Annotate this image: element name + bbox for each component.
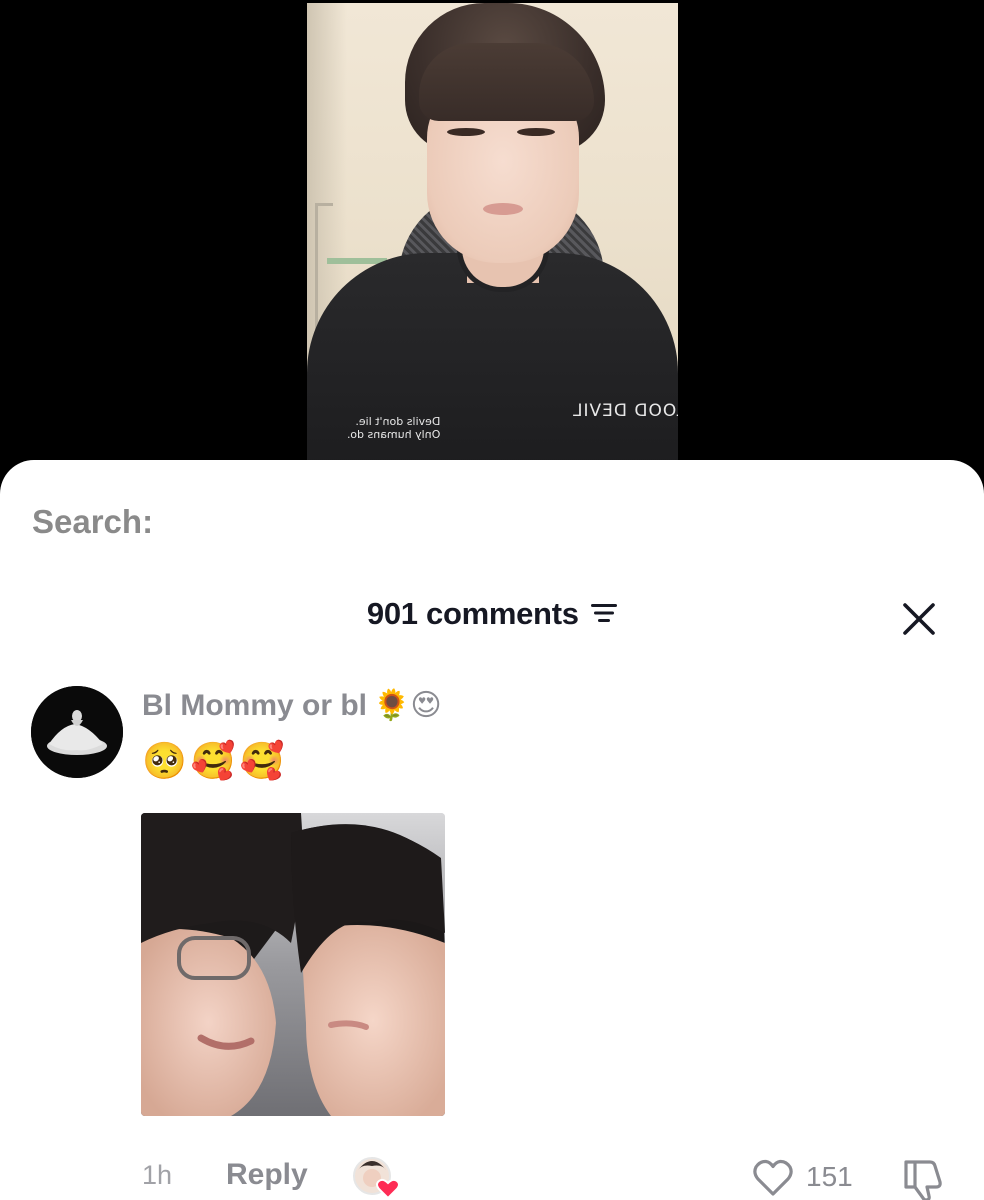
video-person-lips bbox=[483, 203, 523, 215]
thumbs-down-icon bbox=[904, 1160, 942, 1200]
comment-item: Bl Mommy or bl 🌻😍 🥺🥰🥰 1h Reply 151 bbox=[0, 680, 984, 1200]
video-person-bangs bbox=[419, 43, 594, 121]
reply-button[interactable]: Reply bbox=[226, 1158, 308, 1192]
avatar[interactable] bbox=[31, 686, 123, 778]
username-text: Bl Mommy or bl bbox=[142, 689, 368, 722]
heart-outline-icon bbox=[753, 1159, 793, 1196]
close-x-icon bbox=[903, 603, 935, 635]
comment-timestamp: 1h bbox=[142, 1160, 173, 1190]
shirt-print-quote: Devils don't lie. Only humans do. bbox=[347, 415, 441, 441]
close-button[interactable] bbox=[897, 597, 941, 641]
sort-lines-icon[interactable] bbox=[591, 602, 618, 624]
creator-liked-badge[interactable] bbox=[352, 1156, 400, 1200]
comments-header: 901 comments bbox=[0, 596, 984, 640]
search-label[interactable]: Search: bbox=[32, 503, 153, 541]
creator-avatar-heart-icon bbox=[353, 1157, 400, 1200]
comment-text: 🥺🥰🥰 bbox=[142, 740, 289, 781]
video-person-eye-right bbox=[517, 128, 555, 136]
video-player[interactable]: Devils don't lie. Only humans do. BLOOD … bbox=[0, 0, 984, 470]
comment-attached-image[interactable] bbox=[141, 813, 445, 1116]
dislike-button[interactable] bbox=[900, 1156, 948, 1200]
comments-count: 901 comments bbox=[366, 596, 579, 631]
video-frame[interactable]: Devils don't lie. Only humans do. BLOOD … bbox=[307, 3, 678, 470]
comments-sheet: Search: 901 comments Bl Mommy or bl 🌻😍 🥺… bbox=[0, 460, 984, 1200]
username-emojis: 🌻😍 bbox=[373, 689, 442, 722]
comment-action-bar: 1h Reply 151 bbox=[0, 1140, 984, 1200]
like-button[interactable] bbox=[752, 1158, 794, 1198]
shirt-print-brand: BLOOD DEVIL bbox=[572, 401, 678, 421]
comment-username[interactable]: Bl Mommy or bl 🌻😍 bbox=[142, 688, 442, 723]
like-count: 151 bbox=[806, 1161, 853, 1192]
video-person-eye-left bbox=[447, 128, 485, 136]
